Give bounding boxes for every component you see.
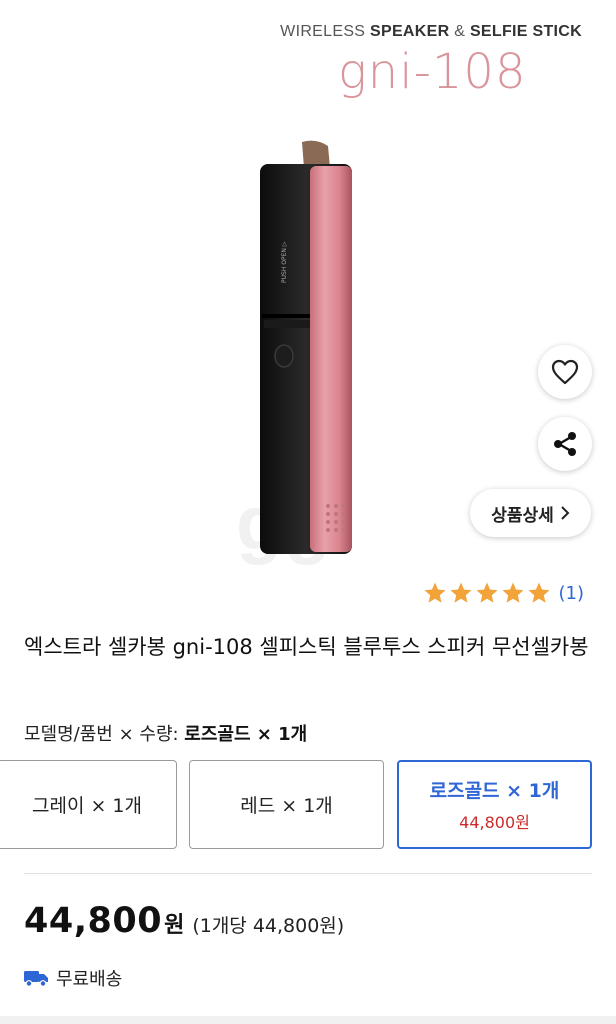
divider <box>24 873 592 874</box>
star-icon <box>424 582 445 603</box>
truck-icon <box>24 971 48 987</box>
product-image: WIRELESS SPEAKER & SELFIE STICK gni-108 … <box>0 0 616 575</box>
price-currency: 원 <box>164 913 185 938</box>
share-icon <box>554 432 576 456</box>
price-row: 44,800 원 (1개당 44,800원) <box>24 901 344 941</box>
wishlist-button[interactable] <box>538 345 592 399</box>
option-gray[interactable]: 그레이 × 1개 <box>0 760 177 849</box>
model-name: gni-108 <box>338 44 527 100</box>
chevron-right-icon <box>561 506 570 520</box>
star-icon <box>450 582 471 603</box>
heart-icon <box>551 359 579 385</box>
shipping-label: 무료배송 <box>56 969 123 990</box>
shipping-info: 무료배송 <box>24 965 122 991</box>
review-count-link[interactable]: (1) <box>559 583 585 604</box>
option-name: 레드 × 1개 <box>240 795 333 817</box>
option-name: 그레이 × 1개 <box>31 795 142 817</box>
star-icon <box>476 582 497 603</box>
unit-price: (1개당 44,800원) <box>192 915 345 937</box>
option-name: 로즈골드 × 1개 <box>429 780 560 802</box>
device-label: PUSH OPEN ▷ <box>281 241 288 283</box>
option-red[interactable]: 레드 × 1개 <box>189 760 384 849</box>
bottom-spacer <box>0 1016 616 1024</box>
selfie-stick-image: PUSH OPEN ▷ <box>260 140 352 554</box>
product-title: 엑스트라 셀카봉 gni-108 셀피스틱 블루투스 스피커 무선셀카봉 <box>24 635 589 659</box>
option-label: 모델명/품번 × 수량: <box>24 724 185 745</box>
rating[interactable]: (1) <box>423 581 585 605</box>
option-summary: 모델명/품번 × 수량: 로즈골드 × 1개 <box>24 720 307 746</box>
star-icon <box>528 582 549 603</box>
brand-tagline: WIRELESS SPEAKER & SELFIE STICK <box>280 23 582 40</box>
share-button[interactable] <box>538 417 592 471</box>
product-detail-label: 상품상세 <box>491 505 554 526</box>
option-selected-summary: 로즈골드 × 1개 <box>184 724 308 745</box>
total-price: 44,800 <box>24 901 163 941</box>
option-price: 44,800원 <box>459 813 530 832</box>
product-detail-button[interactable]: 상품상세 <box>470 489 591 537</box>
option-rose-gold[interactable]: 로즈골드 × 1개 44,800원 <box>397 760 592 849</box>
star-icon <box>502 582 523 603</box>
